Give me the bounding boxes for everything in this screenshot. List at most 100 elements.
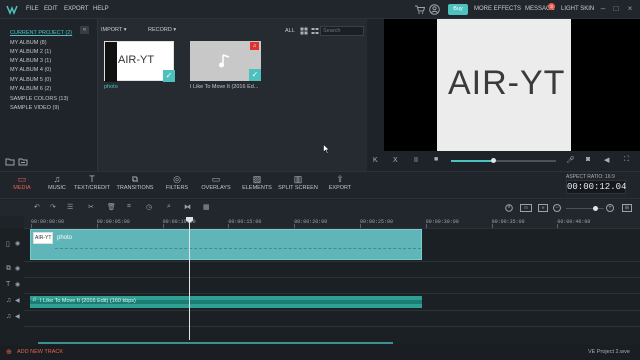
zoom-in-icon[interactable]: + xyxy=(606,204,614,212)
minimize-icon[interactable]: – xyxy=(598,4,608,14)
music-note-icon xyxy=(219,54,230,68)
ruler-label: 00:00:15:00 xyxy=(228,219,262,225)
zoom-slider-handle[interactable] xyxy=(593,206,598,211)
album-item[interactable]: MY ALBUM 6 (2) xyxy=(10,86,51,92)
music-icon: ♫ xyxy=(53,174,61,184)
delete-icon[interactable]: 🗑︎ xyxy=(107,203,116,211)
zoom-out-icon[interactable]: − xyxy=(553,204,561,212)
album-item[interactable]: CURRENT PROJECT (2) xyxy=(10,30,72,36)
render-icon[interactable] xyxy=(505,204,513,212)
ruler-label: 00:00:35:00 xyxy=(491,219,525,225)
close-icon[interactable]: × xyxy=(625,4,635,14)
album-item[interactable]: SAMPLE COLORS (13) xyxy=(10,96,68,102)
volume-icon[interactable]: ◀ xyxy=(604,156,609,164)
menu-export[interactable]: EXPORT xyxy=(64,6,89,12)
import-dropdown[interactable]: IMPORT ▾ xyxy=(101,27,137,35)
tool-label: FILTERS xyxy=(165,185,189,191)
stop-icon[interactable]: ■ xyxy=(434,156,438,163)
menu-file[interactable]: FILE xyxy=(26,6,39,12)
menu-edit[interactable]: EDIT xyxy=(44,6,58,12)
skip-back-icon[interactable]: K xyxy=(373,157,378,164)
add-track-icon[interactable]: ⊕ xyxy=(6,348,12,356)
more-effects-link[interactable]: MORE EFFECTS xyxy=(474,6,521,12)
pause-icon[interactable]: II xyxy=(414,157,418,164)
video-clip-photo[interactable]: AIR-YT photo xyxy=(30,229,422,260)
light-skin-toggle[interactable]: LIGHT SKIN xyxy=(561,6,594,12)
tool-media[interactable]: ▭ MEDIA xyxy=(2,171,42,199)
snapshot-icon[interactable]: ◙ xyxy=(586,156,590,163)
tool-filters[interactable]: ◎ FILTERS xyxy=(157,171,197,199)
audio-note-icon: ♫ xyxy=(32,297,37,303)
redo-icon[interactable]: ↷ xyxy=(50,203,56,211)
overlays-icon: ▭ xyxy=(211,174,221,184)
collapse-panel-icon[interactable]: « xyxy=(80,26,89,34)
speaker-icon[interactable]: ◀ xyxy=(15,313,20,320)
zoom-fit-icon[interactable]: ⊞ xyxy=(622,204,632,212)
splitscreen-icon: ▥ xyxy=(293,174,303,184)
settings-icon[interactable]: ☰ xyxy=(67,203,73,211)
filter-all-dropdown[interactable]: ALL xyxy=(285,28,295,34)
text-track-icon: T xyxy=(6,281,11,288)
cut-icon[interactable]: ✂ xyxy=(88,203,94,211)
tool-transitions[interactable]: ⧉ TRANSITIONS xyxy=(115,171,155,199)
video-track-icon: ▯ xyxy=(6,241,10,248)
crop-icon[interactable]: ⌗ xyxy=(127,203,131,211)
scrubber-handle[interactable] xyxy=(491,158,496,163)
fullscreen-icon[interactable]: ⛶ xyxy=(624,156,629,164)
eye-icon[interactable]: ◉ xyxy=(15,240,20,247)
audio-track-icon: ♫ xyxy=(6,297,12,304)
speed-icon[interactable]: ◷ xyxy=(146,203,152,211)
media-thumb-photo[interactable]: AIR-YT ✓ xyxy=(104,41,175,82)
maximize-icon[interactable]: □ xyxy=(611,4,621,14)
playhead-line[interactable] xyxy=(189,221,190,340)
album-item[interactable]: MY ALBUM (8) xyxy=(10,40,47,46)
track-divider xyxy=(24,277,640,278)
message-badge: 3 xyxy=(548,3,555,10)
delete-folder-icon[interactable] xyxy=(18,158,28,166)
thumb-letterbox-left xyxy=(105,42,117,82)
list-view-icon[interactable] xyxy=(311,27,319,35)
media-thumb-audio[interactable]: ♫ ✓ xyxy=(190,41,261,81)
voiceover-icon[interactable]: ≋ xyxy=(538,204,548,212)
microphone-icon[interactable]: 🎤︎ xyxy=(566,156,575,164)
play-icon[interactable]: X xyxy=(393,157,398,164)
audio-clip[interactable]: ♫ I Like To Move It (2016 Edit) (160 kbp… xyxy=(30,296,422,308)
snapshot-tl-icon[interactable]: ⊟ xyxy=(520,204,532,212)
album-item[interactable]: MY ALBUM 5 (0) xyxy=(10,77,51,83)
tool-overlays[interactable]: ▭ OVERLAYS xyxy=(196,171,236,199)
tool-label: ELEMENTS xyxy=(242,185,272,191)
track-divider xyxy=(24,310,640,311)
account-icon[interactable] xyxy=(429,4,440,15)
add-folder-icon[interactable] xyxy=(5,158,15,166)
timeline-scrollbar[interactable] xyxy=(38,342,393,344)
audio-mixer-icon[interactable]: ⧓ xyxy=(184,203,191,211)
green-screen-icon[interactable]: ▦ xyxy=(203,203,210,211)
search-input[interactable] xyxy=(320,26,364,36)
zoom-slider[interactable] xyxy=(566,208,604,209)
album-item[interactable]: MY ALBUM 3 (1) xyxy=(10,58,51,64)
album-item[interactable]: MY ALBUM 2 (1) xyxy=(10,49,51,55)
tool-music[interactable]: ♫ MUSIC xyxy=(37,171,77,199)
zoom-icon[interactable]: ⌕ xyxy=(167,203,171,211)
cart-icon[interactable] xyxy=(414,4,425,15)
buy-button[interactable]: Buy xyxy=(448,4,468,15)
tool-elements[interactable]: ▨ ELEMENTS xyxy=(237,171,277,199)
eye-icon[interactable]: ◉ xyxy=(15,281,20,288)
eye-icon[interactable]: ◉ xyxy=(15,265,20,272)
audio-clip-name: I Like To Move It (2016 Edit) (160 kbps) xyxy=(40,298,136,304)
album-item[interactable]: SAMPLE VIDEO (9) xyxy=(10,105,59,111)
undo-icon[interactable]: ↶ xyxy=(34,203,40,211)
chevron-down-icon: ▾ xyxy=(123,27,127,33)
record-dropdown[interactable]: RECORD ▾ xyxy=(148,27,184,35)
menu-help[interactable]: HELP xyxy=(93,6,109,12)
speaker-icon[interactable]: ◀ xyxy=(15,297,20,304)
add-new-track-button[interactable]: ADD NEW TRACK xyxy=(17,349,63,355)
clip-thumbnail: AIR-YT xyxy=(33,232,53,244)
app-logo-icon xyxy=(6,5,18,15)
album-item[interactable]: MY ALBUM 4 (0) xyxy=(10,67,51,73)
tool-label: MUSIC xyxy=(48,185,66,191)
tool-text-credit[interactable]: T TEXT/CREDIT xyxy=(72,171,112,199)
tool-export[interactable]: ⇪ EXPORT xyxy=(320,171,360,199)
tool-split-screen[interactable]: ▥ SPLIT SCREEN xyxy=(278,171,318,199)
grid-view-icon[interactable] xyxy=(300,27,308,35)
